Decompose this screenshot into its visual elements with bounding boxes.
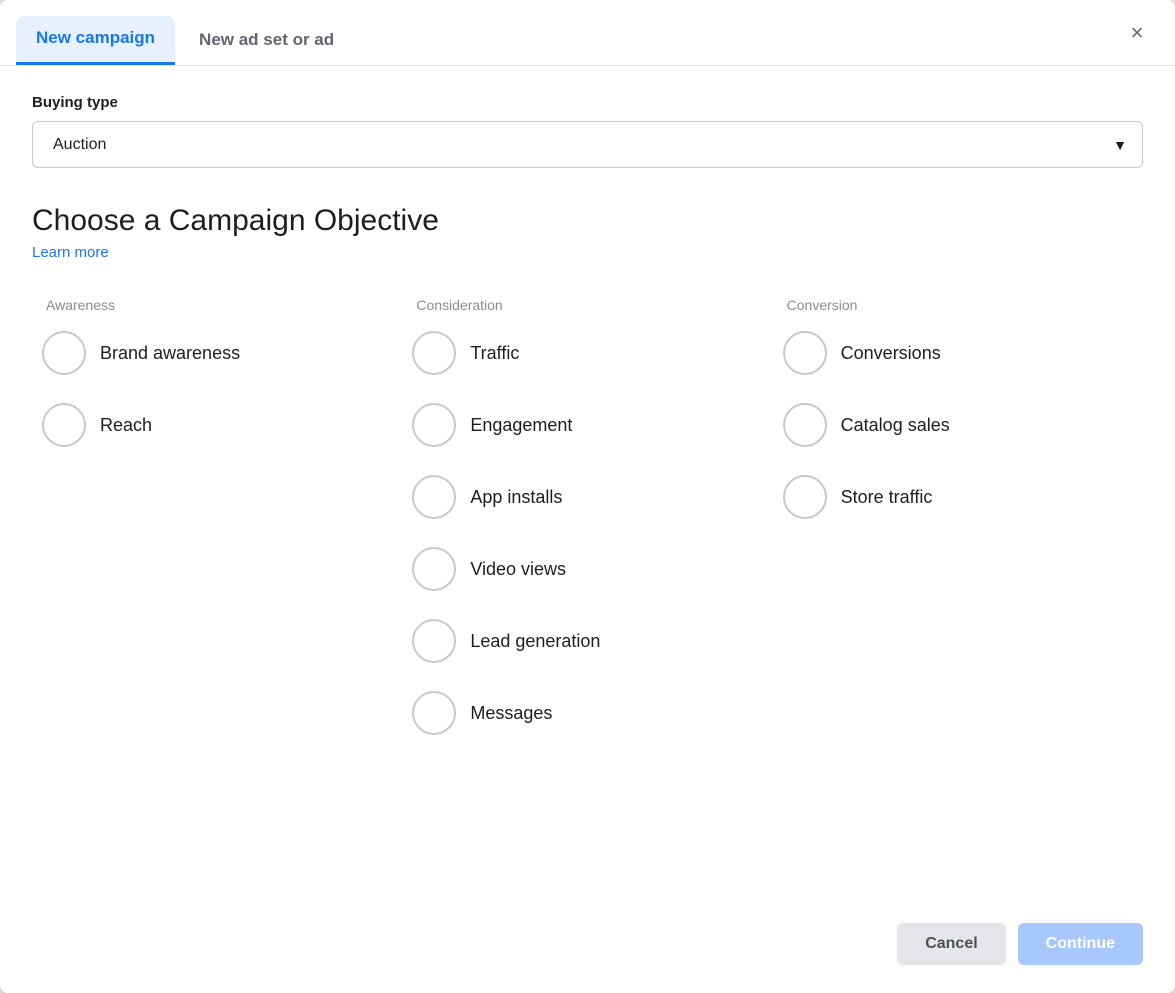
option-brand-awareness[interactable]: Brand awareness — [42, 331, 392, 375]
continue-button[interactable]: Continue — [1018, 923, 1143, 965]
awareness-column: Awareness Brand awareness Reach — [32, 297, 402, 883]
label-app-installs: App installs — [470, 487, 562, 508]
radio-lead-generation[interactable] — [412, 619, 456, 663]
option-store-traffic[interactable]: Store traffic — [783, 475, 1133, 519]
label-conversions: Conversions — [841, 343, 941, 364]
consideration-column-label: Consideration — [412, 297, 762, 313]
radio-store-traffic[interactable] — [783, 475, 827, 519]
option-traffic[interactable]: Traffic — [412, 331, 762, 375]
learn-more-link[interactable]: Learn more — [32, 244, 1143, 261]
label-lead-generation: Lead generation — [470, 631, 600, 652]
buying-type-select[interactable]: Auction Reach and Frequency TRP Buying — [32, 121, 1143, 168]
dialog-header: New campaign New ad set or ad × — [0, 0, 1175, 66]
radio-video-views[interactable] — [412, 547, 456, 591]
label-brand-awareness: Brand awareness — [100, 343, 240, 364]
option-messages[interactable]: Messages — [412, 691, 762, 735]
label-reach: Reach — [100, 415, 152, 436]
option-engagement[interactable]: Engagement — [412, 403, 762, 447]
buying-type-label: Buying type — [32, 94, 1143, 111]
tab-new-campaign[interactable]: New campaign — [16, 16, 175, 65]
label-messages: Messages — [470, 703, 552, 724]
radio-messages[interactable] — [412, 691, 456, 735]
close-button[interactable]: × — [1119, 15, 1155, 51]
objectives-grid: Awareness Brand awareness Reach Consider… — [32, 297, 1143, 883]
radio-reach[interactable] — [42, 403, 86, 447]
awareness-column-label: Awareness — [42, 297, 392, 313]
dialog-body: Buying type Auction Reach and Frequency … — [0, 66, 1175, 907]
label-traffic: Traffic — [470, 343, 519, 364]
dialog-footer: Cancel Continue — [0, 907, 1175, 993]
option-video-views[interactable]: Video views — [412, 547, 762, 591]
option-lead-generation[interactable]: Lead generation — [412, 619, 762, 663]
consideration-column: Consideration Traffic Engagement App ins… — [402, 297, 772, 883]
buying-type-select-wrapper: Auction Reach and Frequency TRP Buying ▼ — [32, 121, 1143, 168]
conversion-column: Conversion Conversions Catalog sales Sto… — [773, 297, 1143, 883]
conversion-column-label: Conversion — [783, 297, 1133, 313]
label-catalog-sales: Catalog sales — [841, 415, 950, 436]
radio-engagement[interactable] — [412, 403, 456, 447]
label-store-traffic: Store traffic — [841, 487, 933, 508]
option-app-installs[interactable]: App installs — [412, 475, 762, 519]
new-campaign-dialog: New campaign New ad set or ad × Buying t… — [0, 0, 1175, 993]
radio-brand-awareness[interactable] — [42, 331, 86, 375]
label-video-views: Video views — [470, 559, 566, 580]
option-catalog-sales[interactable]: Catalog sales — [783, 403, 1133, 447]
radio-app-installs[interactable] — [412, 475, 456, 519]
radio-catalog-sales[interactable] — [783, 403, 827, 447]
option-conversions[interactable]: Conversions — [783, 331, 1133, 375]
option-reach[interactable]: Reach — [42, 403, 392, 447]
radio-traffic[interactable] — [412, 331, 456, 375]
label-engagement: Engagement — [470, 415, 572, 436]
tab-new-ad-set[interactable]: New ad set or ad — [179, 18, 354, 64]
radio-conversions[interactable] — [783, 331, 827, 375]
objective-heading: Choose a Campaign Objective — [32, 204, 1143, 238]
cancel-button[interactable]: Cancel — [897, 923, 1005, 965]
